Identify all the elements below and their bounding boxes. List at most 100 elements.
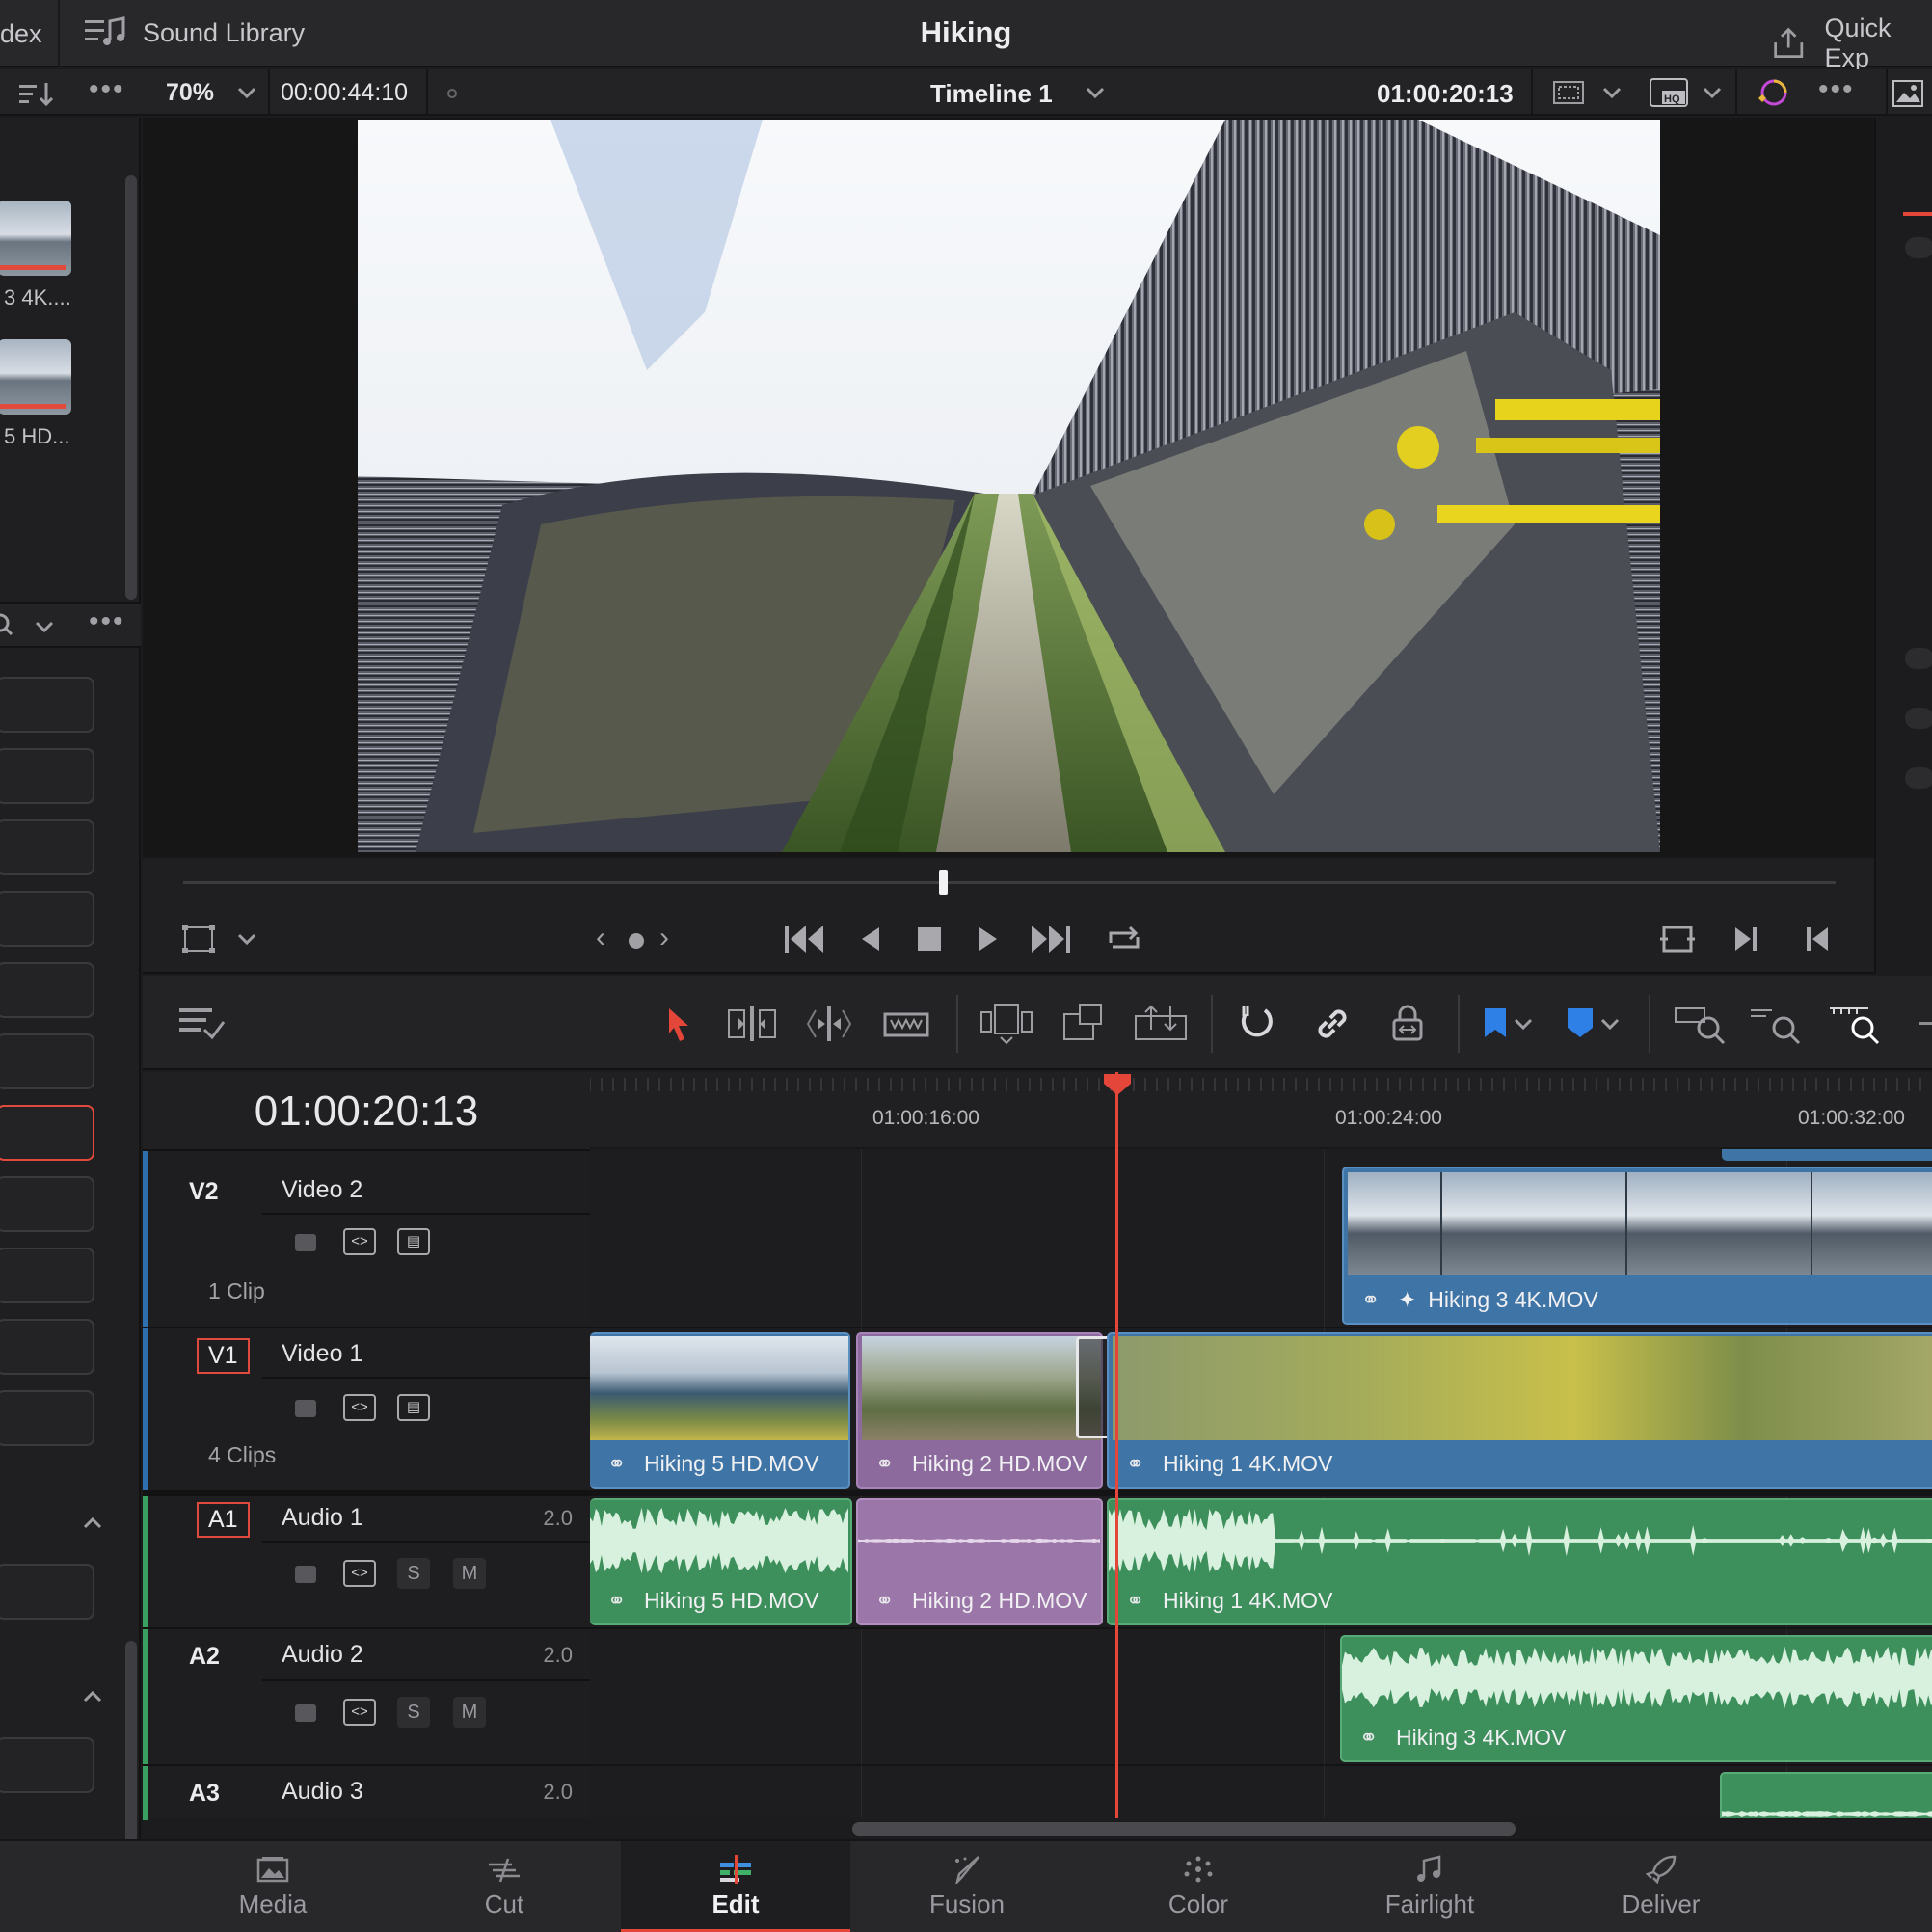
effect-item[interactable] — [0, 1319, 94, 1375]
timeline-ruler[interactable]: 01:00:16:00 01:00:24:00 01:00:32:00 — [590, 1072, 1932, 1149]
page-tab-edit[interactable]: Edit — [621, 1841, 850, 1932]
previous-edit-icon[interactable] — [1803, 922, 1832, 956]
lock-icon[interactable] — [295, 1234, 316, 1251]
transform-icon[interactable] — [181, 924, 216, 954]
overwrite-clip-icon[interactable] — [1060, 1001, 1107, 1045]
timeline-scrollbar[interactable] — [852, 1822, 1516, 1836]
chevron-up-icon[interactable] — [81, 1687, 104, 1706]
effect-item[interactable] — [0, 1176, 94, 1232]
track-header-v2[interactable]: V2 Video 2 <> ▤ 1 Clip — [143, 1149, 590, 1327]
jog-next-icon[interactable]: › — [659, 922, 669, 954]
lock-icon[interactable] — [295, 1400, 316, 1417]
chevron-down-icon[interactable] — [235, 83, 258, 102]
lock-icon[interactable] — [295, 1566, 316, 1583]
match-frame-icon[interactable] — [1658, 922, 1697, 956]
search-icon[interactable] — [0, 613, 17, 640]
flag-icon[interactable] — [1483, 1006, 1508, 1039]
effect-item[interactable] — [0, 891, 94, 947]
replace-clip-icon[interactable] — [1132, 1001, 1190, 1045]
timeline-timecode[interactable]: 01:00:20:13 — [143, 1087, 590, 1136]
audio-clip[interactable]: ⚭ Hiking 1 4K.MOV — [1107, 1498, 1932, 1625]
zoom-custom-icon[interactable] — [1828, 1003, 1882, 1045]
effect-item[interactable] — [0, 748, 94, 804]
page-tab-fairlight[interactable]: Fairlight — [1315, 1841, 1544, 1932]
scrubber-track[interactable] — [183, 881, 1836, 884]
stop-icon[interactable] — [914, 924, 945, 954]
scrubber-handle[interactable] — [939, 870, 949, 895]
effect-item[interactable] — [0, 1390, 94, 1446]
chevron-down-icon[interactable] — [1598, 1014, 1622, 1033]
media-thumbnail[interactable] — [0, 339, 71, 415]
snapping-icon[interactable] — [1236, 1003, 1278, 1045]
zoom-detail-icon[interactable] — [1749, 1003, 1803, 1045]
playhead[interactable] — [1115, 1072, 1118, 1818]
page-tab-fusion[interactable]: Fusion — [852, 1841, 1082, 1932]
zoom-slider[interactable] — [1919, 1022, 1932, 1025]
page-tab-color[interactable]: Color — [1084, 1841, 1313, 1932]
linked-selection-icon[interactable] — [1311, 1003, 1354, 1045]
timeline-view-options-icon[interactable] — [177, 1005, 228, 1043]
page-tab-cut[interactable]: Cut — [389, 1841, 619, 1932]
audio-clip[interactable]: ⚭ Hiking 3 4K.MOV — [1340, 1635, 1932, 1762]
effect-item-selected[interactable] — [0, 1105, 94, 1161]
auto-select-icon[interactable]: <> — [343, 1699, 376, 1726]
safe-area-icon[interactable] — [1552, 79, 1585, 106]
more-options-icon[interactable]: ••• — [89, 73, 125, 106]
zoom-full-icon[interactable] — [1674, 1003, 1728, 1045]
track-enable-icon[interactable]: ▤ — [397, 1228, 430, 1255]
scrollbar[interactable] — [125, 175, 137, 600]
mute-button[interactable]: M — [453, 1558, 486, 1589]
toggle[interactable] — [1905, 767, 1932, 789]
more-options-icon[interactable]: ••• — [1818, 73, 1855, 106]
track-enable-icon[interactable]: ▤ — [397, 1394, 430, 1421]
solo-button[interactable]: S — [397, 1558, 430, 1589]
chevron-down-icon[interactable] — [1701, 83, 1724, 102]
position-lock-icon[interactable] — [1386, 1003, 1429, 1045]
timeline-name[interactable]: Timeline 1 — [930, 79, 1053, 109]
video-clip-partial[interactable] — [1722, 1149, 1932, 1161]
track-header-a1[interactable]: A1 Audio 1 2.0 <> S M — [143, 1490, 590, 1627]
auto-select-icon[interactable]: <> — [343, 1560, 376, 1587]
dynamic-trim-tool-icon[interactable] — [804, 1005, 854, 1043]
audio-clip-selected[interactable]: ⚭ Hiking 2 HD.MOV — [856, 1498, 1103, 1625]
track-id[interactable]: A1 — [197, 1502, 250, 1538]
play-reverse-icon[interactable] — [856, 922, 885, 956]
effect-item[interactable] — [0, 1737, 94, 1793]
play-icon[interactable] — [974, 922, 1003, 956]
track-header-a3[interactable]: A3 Audio 3 2.0 — [143, 1764, 590, 1820]
jog-icon[interactable] — [629, 933, 644, 949]
toggle[interactable] — [1905, 237, 1932, 258]
page-tab-media[interactable]: Media — [158, 1841, 388, 1932]
chevron-down-icon[interactable] — [1512, 1014, 1535, 1033]
selection-tool-icon[interactable] — [663, 1005, 694, 1043]
chevron-down-icon[interactable] — [1600, 83, 1623, 102]
inspector-image-icon[interactable] — [1892, 79, 1924, 108]
page-tab-deliver[interactable]: Deliver — [1546, 1841, 1776, 1932]
effect-item[interactable] — [0, 677, 94, 733]
video-clip-selected[interactable]: ⚭ Hiking 2 HD.MOV — [856, 1332, 1103, 1489]
chevron-down-icon[interactable] — [1084, 83, 1107, 102]
effect-item[interactable] — [0, 962, 94, 1018]
solo-button[interactable]: S — [397, 1697, 430, 1728]
loop-icon[interactable] — [1103, 920, 1145, 958]
zoom-level[interactable]: 70% — [166, 79, 214, 107]
go-to-start-icon[interactable] — [783, 922, 825, 956]
track-id[interactable]: V1 — [197, 1338, 250, 1374]
auto-select-icon[interactable]: <> — [343, 1228, 376, 1255]
mute-button[interactable]: M — [453, 1697, 486, 1728]
trim-edit-tool-icon[interactable] — [725, 1005, 779, 1043]
track-header-v1[interactable]: V1 Video 1 <> ▤ 4 Clips — [143, 1327, 590, 1490]
chevron-up-icon[interactable] — [81, 1514, 104, 1533]
effect-item[interactable] — [0, 1564, 94, 1620]
lock-icon[interactable] — [295, 1704, 316, 1722]
effect-item[interactable] — [0, 819, 94, 875]
effect-item[interactable] — [0, 1033, 94, 1089]
toggle[interactable] — [1905, 648, 1932, 669]
effect-item[interactable] — [0, 1248, 94, 1303]
hq-quality-icon[interactable]: HQ — [1649, 77, 1689, 108]
marker-icon[interactable] — [1566, 1006, 1595, 1039]
chevron-down-icon[interactable] — [235, 929, 258, 949]
toggle[interactable] — [1905, 708, 1932, 729]
playhead-handle-icon[interactable] — [1102, 1072, 1133, 1097]
more-options-icon[interactable]: ••• — [89, 605, 125, 638]
